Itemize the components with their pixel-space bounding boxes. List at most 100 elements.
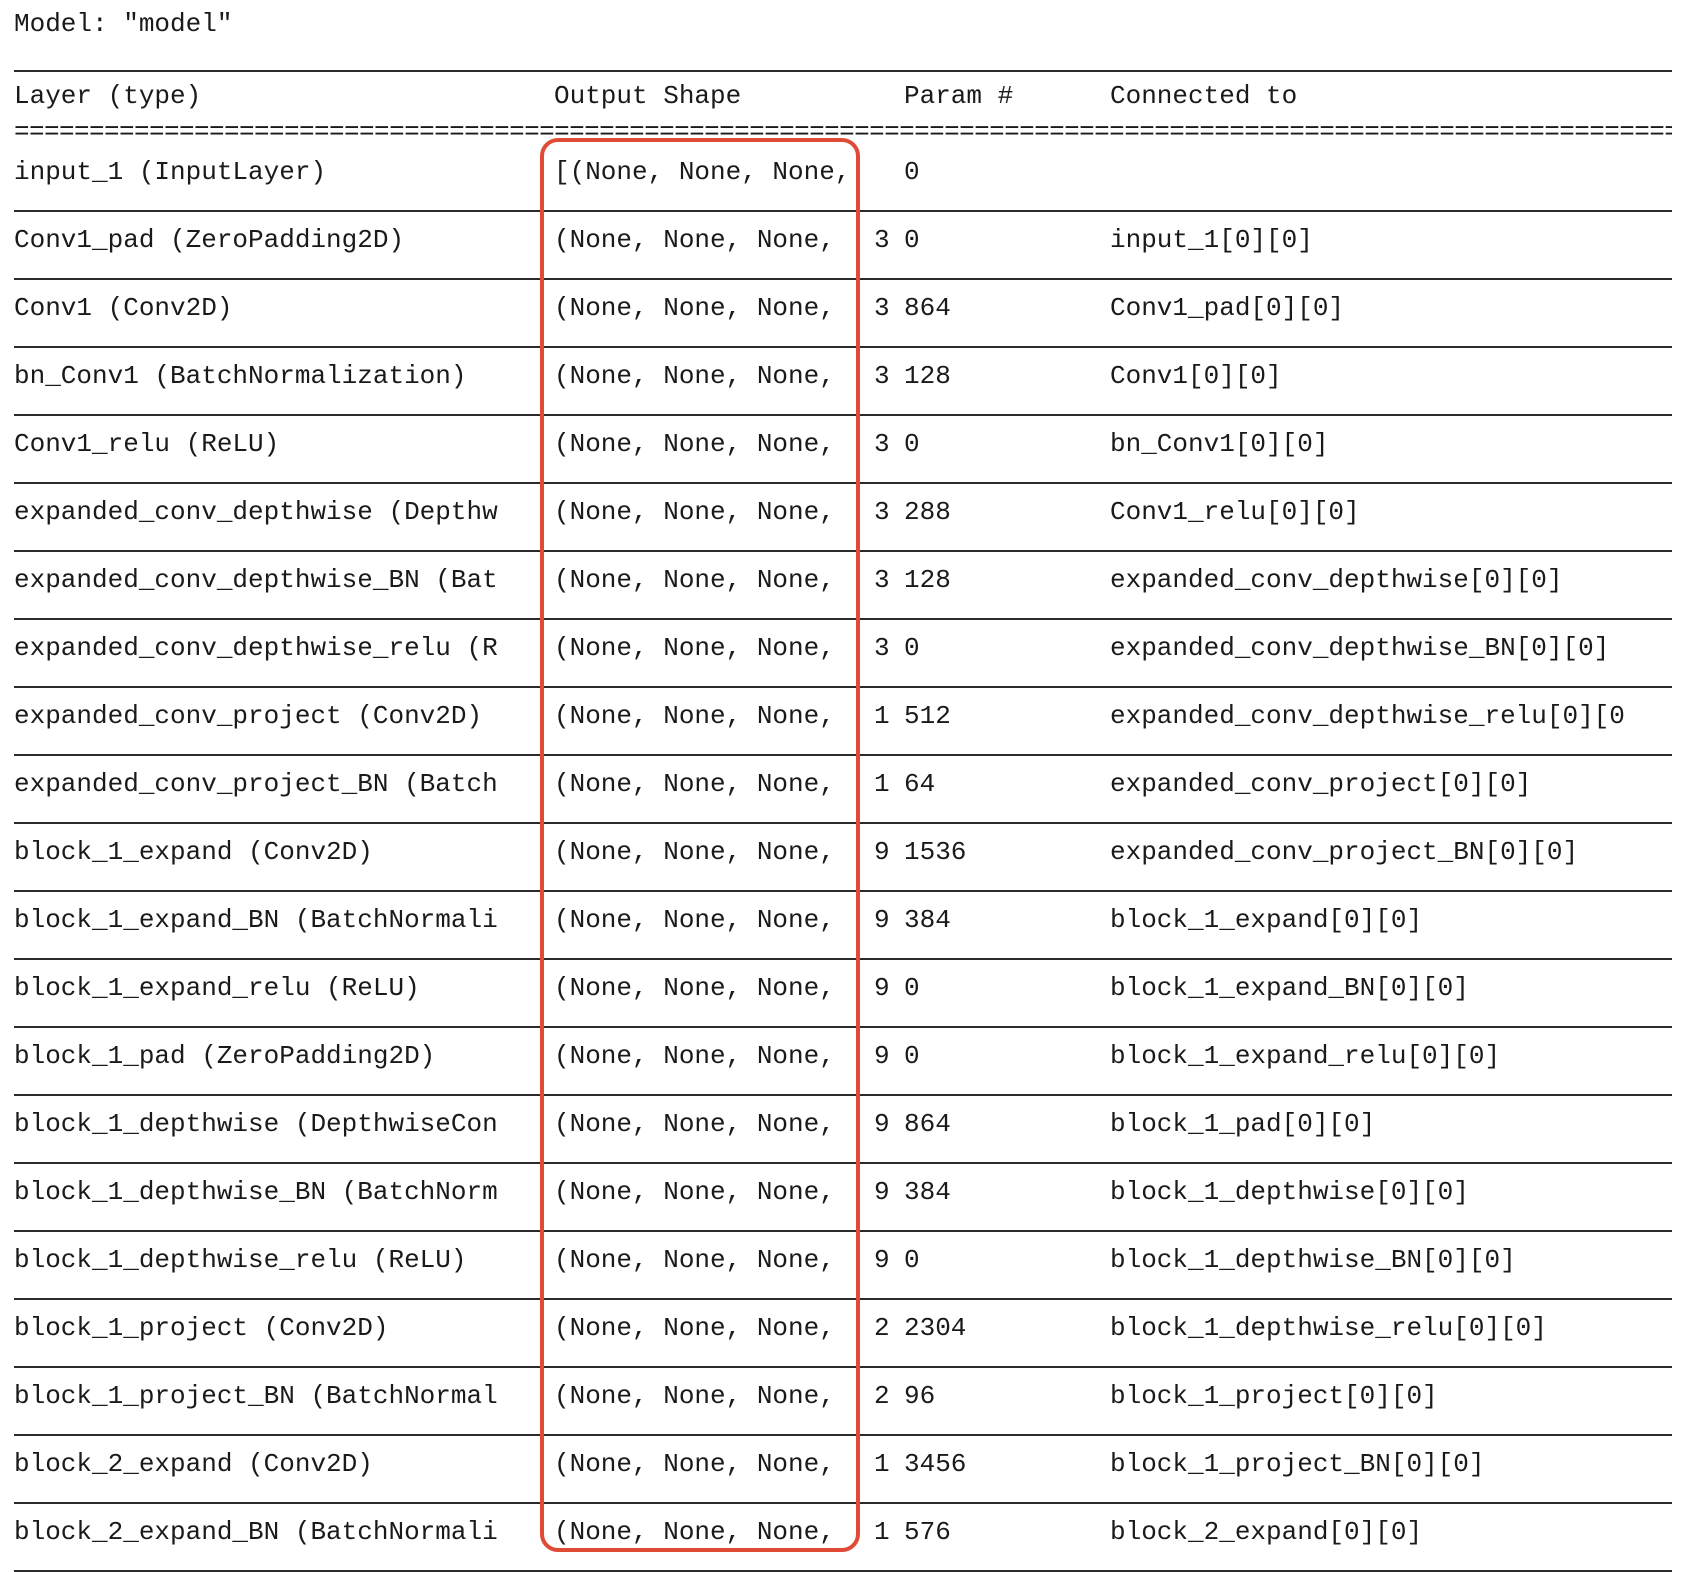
param-count-cell: 0	[904, 1245, 920, 1275]
param-count-cell: 2304	[904, 1313, 967, 1343]
table-row: expanded_conv_depthwise_relu (R (None, N…	[14, 620, 1672, 688]
table-header: Layer (type) Output Shape Param # Connec…	[14, 72, 1672, 124]
table-row: block_1_expand_relu (ReLU) (None, None, …	[14, 960, 1672, 1028]
param-count-cell: 0	[904, 1041, 920, 1071]
output-shape-overflow-cell: 9	[874, 1041, 890, 1071]
param-count-cell: 96	[904, 1381, 936, 1411]
table-row: block_1_depthwise_relu (ReLU) (None, Non…	[14, 1232, 1672, 1300]
connected-to-cell: block_1_depthwise_BN[0][0]	[1110, 1245, 1516, 1275]
layer-name-cell: Conv1_pad (ZeroPadding2D)	[14, 225, 405, 255]
output-shape-cell: (None, None, None,	[554, 973, 835, 1003]
layer-name-cell: block_1_project_BN (BatchNormal	[14, 1381, 498, 1411]
param-count-cell: 864	[904, 1109, 951, 1139]
connected-to-cell: block_1_expand_relu[0][0]	[1110, 1041, 1501, 1071]
output-shape-cell: [(None, None, None,	[554, 157, 851, 187]
output-shape-cell: (None, None, None,	[554, 361, 835, 391]
output-shape-overflow-cell: 9	[874, 905, 890, 935]
table-row: input_1 (InputLayer) [(None, None, None,…	[14, 144, 1672, 212]
table-row: expanded_conv_project (Conv2D) (None, No…	[14, 688, 1672, 756]
output-shape-cell: (None, None, None,	[554, 905, 835, 935]
output-shape-overflow-cell: 9	[874, 1177, 890, 1207]
connected-to-cell: expanded_conv_depthwise_relu[0][0	[1110, 701, 1625, 731]
layer-name-cell: block_2_expand (Conv2D)	[14, 1449, 373, 1479]
output-shape-overflow-cell: 2	[874, 1381, 890, 1411]
model-title: Model: "model"	[14, 9, 233, 39]
connected-to-cell: block_1_expand[0][0]	[1110, 905, 1423, 935]
output-shape-overflow-cell: 1	[874, 1449, 890, 1479]
output-shape-overflow-cell: 2	[874, 1313, 890, 1343]
output-shape-overflow-cell: 9	[874, 1245, 890, 1275]
output-shape-overflow-cell: 3	[874, 497, 890, 527]
table-row: block_2_expand (Conv2D) (None, None, Non…	[14, 1436, 1672, 1504]
output-shape-overflow-cell: 3	[874, 293, 890, 323]
layer-name-cell: expanded_conv_depthwise_BN (Bat	[14, 565, 498, 595]
output-shape-cell: (None, None, None,	[554, 225, 835, 255]
header-layer-type: Layer (type)	[14, 81, 202, 111]
connected-to-cell: block_2_expand[0][0]	[1110, 1517, 1423, 1547]
layer-name-cell: Conv1 (Conv2D)	[14, 293, 233, 323]
layer-name-cell: block_1_depthwise_relu (ReLU)	[14, 1245, 467, 1275]
param-count-cell: 0	[904, 225, 920, 255]
connected-to-cell: block_1_project_BN[0][0]	[1110, 1449, 1485, 1479]
output-shape-overflow-cell: 1	[874, 1517, 890, 1547]
connected-to-cell: Conv1_pad[0][0]	[1110, 293, 1345, 323]
connected-to-cell: expanded_conv_depthwise_BN[0][0]	[1110, 633, 1610, 663]
table-row: Conv1_relu (ReLU) (None, None, None, 3 0…	[14, 416, 1672, 484]
output-shape-overflow-cell: 9	[874, 1109, 890, 1139]
table-row: block_1_project (Conv2D) (None, None, No…	[14, 1300, 1672, 1368]
output-shape-overflow-cell: 3	[874, 633, 890, 663]
layer-name-cell: block_1_expand_relu (ReLU)	[14, 973, 420, 1003]
connected-to-cell: block_1_expand_BN[0][0]	[1110, 973, 1469, 1003]
connected-to-cell: block_1_project[0][0]	[1110, 1381, 1438, 1411]
output-shape-overflow-cell: 3	[874, 565, 890, 595]
output-shape-cell: (None, None, None,	[554, 633, 835, 663]
param-count-cell: 384	[904, 905, 951, 935]
layer-name-cell: block_1_expand (Conv2D)	[14, 837, 373, 867]
output-shape-cell: (None, None, None,	[554, 497, 835, 527]
param-count-cell: 384	[904, 1177, 951, 1207]
output-shape-overflow-cell: 3	[874, 429, 890, 459]
connected-to-cell: expanded_conv_project_BN[0][0]	[1110, 837, 1579, 867]
output-shape-cell: (None, None, None,	[554, 701, 835, 731]
param-count-cell: 0	[904, 633, 920, 663]
output-shape-overflow-cell: 9	[874, 837, 890, 867]
header-param-count: Param #	[904, 81, 1014, 111]
output-shape-cell: (None, None, None,	[554, 769, 835, 799]
output-shape-overflow-cell: 3	[874, 361, 890, 391]
output-shape-cell: (None, None, None,	[554, 293, 835, 323]
layer-name-cell: block_1_project (Conv2D)	[14, 1313, 389, 1343]
table-row: Conv1_pad (ZeroPadding2D) (None, None, N…	[14, 212, 1672, 280]
param-count-cell: 512	[904, 701, 951, 731]
connected-to-cell: input_1[0][0]	[1110, 225, 1313, 255]
output-shape-overflow-cell: 1	[874, 769, 890, 799]
table-row: expanded_conv_depthwise_BN (Bat (None, N…	[14, 552, 1672, 620]
layer-name-cell: block_1_expand_BN (BatchNormali	[14, 905, 498, 935]
table-body: input_1 (InputLayer) [(None, None, None,…	[14, 144, 1672, 1572]
output-shape-cell: (None, None, None,	[554, 1449, 835, 1479]
layer-name-cell: input_1 (InputLayer)	[14, 157, 327, 187]
connected-to-cell: expanded_conv_depthwise[0][0]	[1110, 565, 1563, 595]
output-shape-cell: (None, None, None,	[554, 1177, 835, 1207]
table-row: block_1_project_BN (BatchNormal (None, N…	[14, 1368, 1672, 1436]
param-count-cell: 288	[904, 497, 951, 527]
param-count-cell: 0	[904, 157, 920, 187]
output-shape-cell: (None, None, None,	[554, 429, 835, 459]
connected-to-cell: Conv1_relu[0][0]	[1110, 497, 1360, 527]
output-shape-cell: (None, None, None,	[554, 837, 835, 867]
output-shape-cell: (None, None, None,	[554, 1109, 835, 1139]
layer-name-cell: block_1_depthwise (DepthwiseCon	[14, 1109, 498, 1139]
table-row: block_1_expand (Conv2D) (None, None, Non…	[14, 824, 1672, 892]
connected-to-cell: block_1_depthwise_relu[0][0]	[1110, 1313, 1547, 1343]
layer-name-cell: Conv1_relu (ReLU)	[14, 429, 280, 459]
table-row: block_1_depthwise (DepthwiseCon (None, N…	[14, 1096, 1672, 1164]
table-row: Conv1 (Conv2D) (None, None, None, 3 864 …	[14, 280, 1672, 348]
layer-name-cell: block_1_pad (ZeroPadding2D)	[14, 1041, 436, 1071]
param-count-cell: 1536	[904, 837, 967, 867]
param-count-cell: 128	[904, 361, 951, 391]
table-row: block_1_depthwise_BN (BatchNorm (None, N…	[14, 1164, 1672, 1232]
layer-name-cell: expanded_conv_depthwise_relu (R	[14, 633, 498, 663]
table-row: expanded_conv_project_BN (Batch (None, N…	[14, 756, 1672, 824]
layer-name-cell: expanded_conv_depthwise (Depthw	[14, 497, 498, 527]
connected-to-cell: block_1_depthwise[0][0]	[1110, 1177, 1469, 1207]
param-count-cell: 576	[904, 1517, 951, 1547]
